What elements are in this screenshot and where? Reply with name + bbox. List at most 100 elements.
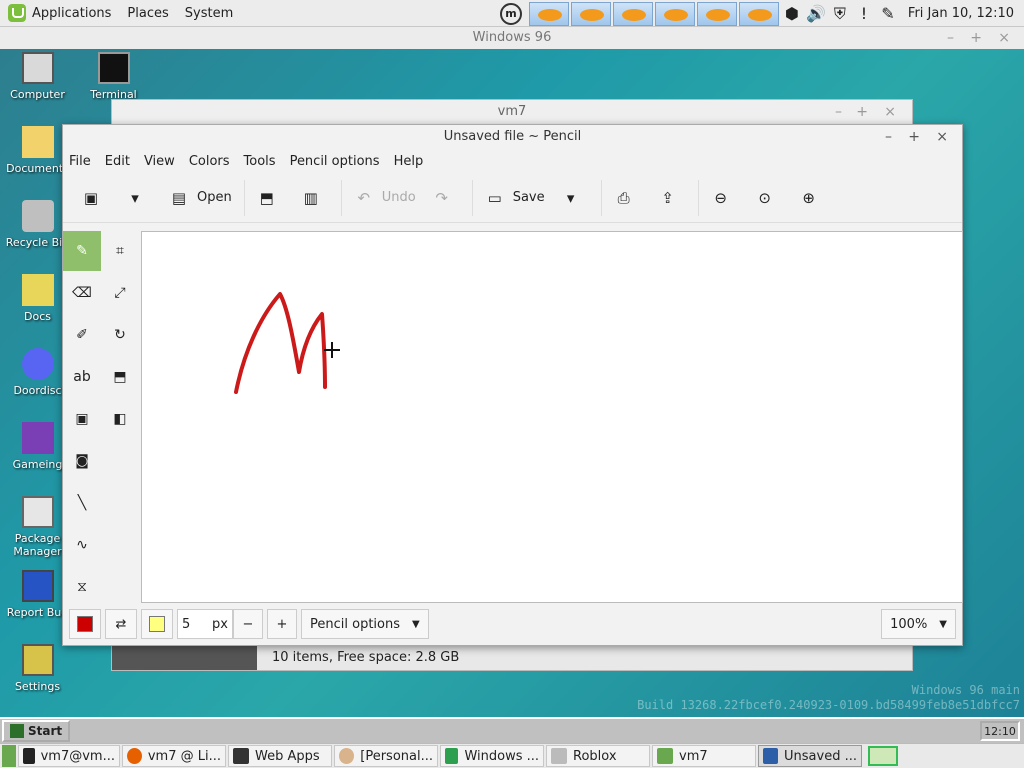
show-desktop-button[interactable] <box>2 745 16 767</box>
menu-file[interactable]: File <box>69 154 91 169</box>
workspace-switcher[interactable] <box>868 746 898 766</box>
maximize-icon[interactable]: + <box>970 27 982 49</box>
windows-icon <box>445 748 459 764</box>
skew-tool[interactable]: ⬒ <box>101 357 139 397</box>
zoom-fit-button[interactable]: ⊙ <box>747 180 791 216</box>
menu-system[interactable]: System <box>185 6 233 21</box>
menu-places[interactable]: Places <box>127 6 168 21</box>
maximize-icon[interactable]: + <box>908 125 920 149</box>
clock[interactable]: Fri Jan 10, 12:10 <box>908 6 1014 21</box>
paste-button[interactable]: ▥ <box>293 180 337 216</box>
eraser-tool[interactable]: ⌫ <box>63 273 101 313</box>
open-label: Open <box>197 190 232 205</box>
desktop-icon-terminal[interactable]: Terminal <box>76 52 151 101</box>
desktop-icon-settings[interactable]: Settings <box>0 644 75 693</box>
save-button[interactable]: ▭ Save <box>477 180 553 216</box>
tool-size-field[interactable]: 5 px <box>177 609 233 639</box>
folder-icon <box>21 274 54 306</box>
menu-edit[interactable]: Edit <box>105 154 130 169</box>
taskbar-item-vm7[interactable]: vm7 <box>652 745 756 767</box>
pencil-tool[interactable]: ✎ <box>63 231 101 271</box>
network-icon[interactable]: ⬢ <box>782 4 802 24</box>
redo-button[interactable]: ↷ <box>424 180 468 216</box>
toolbar-separator <box>243 179 245 216</box>
close-icon[interactable]: × <box>936 125 948 149</box>
system-tray: m ⬢ 🔊 ⛨ ! ✎ Fri Jan 10, 12:10 <box>499 0 1024 27</box>
print-icon: ⎙ <box>617 188 630 207</box>
taskbar-item-personal[interactable]: [Personal... <box>334 745 438 767</box>
import-button[interactable]: ⬒ <box>249 180 293 216</box>
undo-button[interactable]: ↶ Undo <box>346 180 424 216</box>
menu-tools[interactable]: Tools <box>244 154 276 169</box>
web-apps-icon <box>233 748 249 764</box>
zoom-value: 100% <box>890 616 928 632</box>
pencil-titlebar: Unsaved file ~ Pencil – + × <box>63 125 962 149</box>
shield-icon[interactable]: ⛨ <box>830 4 850 24</box>
zoom-out-button[interactable]: ⊖ <box>703 180 747 216</box>
fish-icon[interactable] <box>696 1 737 26</box>
mint-menu-icon[interactable] <box>8 4 26 22</box>
size-decrease-button[interactable]: − <box>233 609 263 639</box>
desktop-icon-computer[interactable]: Computer <box>0 52 75 101</box>
line-tool[interactable]: ╲ <box>63 483 101 523</box>
taskbar-item-terminal[interactable]: vm7@vm... <box>18 745 120 767</box>
fish-icon[interactable] <box>654 1 695 26</box>
scale-tool[interactable]: ⤢ <box>101 273 139 313</box>
taskbar-item-roblox[interactable]: Roblox <box>546 745 650 767</box>
maximize-icon[interactable]: + <box>856 100 868 124</box>
pencil-bottombar: ⇄ 5 px − + Pencil options ▼ 100% ▼ <box>63 603 962 645</box>
highlighter-tool[interactable]: ✐ <box>63 315 101 355</box>
menu-colors[interactable]: Colors <box>189 154 230 169</box>
filters-tool[interactable]: ◧ <box>101 399 139 439</box>
pencil-options-dropdown[interactable]: Pencil options ▼ <box>301 609 429 639</box>
taskbar-item-pencil[interactable]: Unsaved ... <box>758 745 862 767</box>
text-tool[interactable]: ab <box>63 357 101 397</box>
rect-select-tool[interactable]: ▣ <box>63 399 101 439</box>
minimize-icon[interactable]: – <box>885 125 892 149</box>
secondary-color-button[interactable] <box>141 609 173 639</box>
free-select-tool[interactable]: ◙ <box>63 441 101 481</box>
tool-size-unit: px <box>212 616 228 632</box>
fish-icon[interactable] <box>528 1 569 26</box>
zoom-in-button[interactable]: ⊕ <box>791 180 835 216</box>
crop-tool[interactable]: ⌗ <box>101 231 139 271</box>
taskbar-item-windows[interactable]: Windows ... <box>440 745 544 767</box>
open-button[interactable]: ▤ Open <box>161 180 240 216</box>
fish-icon[interactable] <box>738 1 779 26</box>
undo-icon: ↶ <box>357 188 371 207</box>
close-icon[interactable]: × <box>998 27 1010 49</box>
mint-update-icon[interactable]: m <box>499 2 522 25</box>
menu-pencil-options[interactable]: Pencil options <box>290 154 380 169</box>
primary-color-button[interactable] <box>69 609 101 639</box>
fish-icon[interactable] <box>612 1 653 26</box>
swap-colors-button[interactable]: ⇄ <box>105 609 137 639</box>
shape-icon: ⧖ <box>77 579 87 595</box>
rotate-tool[interactable]: ↻ <box>101 315 139 355</box>
pen-icon[interactable]: ✎ <box>878 4 898 24</box>
zoom-dropdown[interactable]: 100% ▼ <box>881 609 956 639</box>
print-button[interactable]: ⎙ <box>606 180 650 216</box>
close-icon[interactable]: × <box>884 100 896 124</box>
drawing-canvas[interactable] <box>141 231 963 603</box>
alert-icon[interactable]: ! <box>854 4 874 24</box>
fish-icon[interactable] <box>570 1 611 26</box>
menu-view[interactable]: View <box>144 154 175 169</box>
new-dropdown-button[interactable]: ▾ <box>117 180 161 216</box>
terminal-icon <box>23 748 35 764</box>
taskbar-item-label: Windows ... <box>464 748 539 764</box>
minimize-icon[interactable]: – <box>835 100 842 124</box>
size-increase-button[interactable]: + <box>267 609 297 639</box>
minimize-icon[interactable]: – <box>947 27 954 49</box>
taskbar-item-firefox[interactable]: vm7 @ Li... <box>122 745 226 767</box>
w96-clock[interactable]: 12:10 <box>980 721 1020 741</box>
menu-applications[interactable]: Applications <box>32 6 111 21</box>
menu-help[interactable]: Help <box>394 154 424 169</box>
volume-icon[interactable]: 🔊 <box>806 4 826 24</box>
start-button[interactable]: Start <box>2 720 71 742</box>
taskbar-item-web-apps[interactable]: Web Apps <box>228 745 332 767</box>
share-button[interactable]: ⇪ <box>650 180 694 216</box>
new-button[interactable]: ▣ <box>73 180 117 216</box>
shape-tool[interactable]: ⧖ <box>63 567 101 607</box>
save-dropdown-button[interactable]: ▾ <box>553 180 597 216</box>
curve-tool[interactable]: ∿ <box>63 525 101 565</box>
